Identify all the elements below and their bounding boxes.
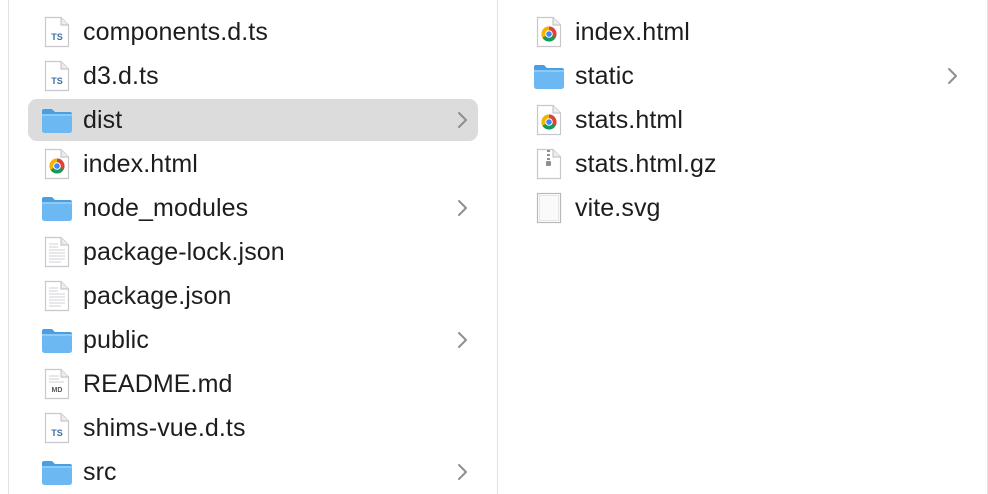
file-name: node_modules (83, 193, 249, 222)
svg-document-icon (533, 192, 565, 224)
folder-icon (533, 60, 565, 92)
file-name: index.html (83, 149, 198, 178)
file-row-public[interactable]: public (28, 319, 478, 361)
column-1[interactable]: TS components.d.ts TS d3.d.ts dist index.html… (8, 0, 498, 494)
finder-column-browser: TS components.d.ts TS d3.d.ts dist index.html… (0, 0, 988, 494)
svg-text:MD: MD (52, 387, 63, 394)
file-row-static[interactable]: static (525, 55, 968, 97)
chrome-html-file-icon (41, 148, 73, 180)
file-name: stats.html.gz (575, 149, 717, 178)
file-row-src[interactable]: src (28, 451, 478, 493)
file-name: src (83, 457, 117, 486)
file-name: shims-vue.d.ts (83, 413, 246, 442)
folder-icon (41, 192, 73, 224)
chevron-right-icon (456, 463, 468, 481)
file-row-shims-vue-d-ts[interactable]: TS shims-vue.d.ts (28, 407, 478, 449)
chrome-html-file-icon (533, 16, 565, 48)
zip-archive-icon (533, 148, 565, 180)
file-row-node-modules[interactable]: node_modules (28, 187, 478, 229)
folder-icon (41, 456, 73, 488)
file-name: stats.html (575, 105, 683, 134)
text-document-icon (41, 280, 73, 312)
file-name: static (575, 61, 634, 90)
folder-icon (41, 324, 73, 356)
file-row-index-html[interactable]: index.html (28, 143, 478, 185)
file-row-components-d-ts[interactable]: TS components.d.ts (28, 11, 478, 53)
file-row-index-html[interactable]: index.html (525, 11, 968, 53)
file-row-dist[interactable]: dist (28, 99, 478, 141)
file-row-readme-md[interactable]: MD README.md (28, 363, 478, 405)
file-name: index.html (575, 17, 690, 46)
file-list: index.html static stats.html stats.html.gz v… (497, 0, 987, 229)
file-row-vite-svg[interactable]: vite.svg (525, 187, 968, 229)
file-row-stats-html[interactable]: stats.html (525, 99, 968, 141)
file-name: public (83, 325, 149, 354)
svg-text:TS: TS (51, 428, 63, 438)
file-row-d3-d-ts[interactable]: TS d3.d.ts (28, 55, 478, 97)
typescript-file-icon: TS (41, 60, 73, 92)
text-document-icon (41, 236, 73, 268)
column-2[interactable]: index.html static stats.html stats.html.gz v… (497, 0, 988, 494)
typescript-file-icon: TS (41, 16, 73, 48)
file-name: d3.d.ts (83, 61, 159, 90)
typescript-file-icon: TS (41, 412, 73, 444)
file-row-package-lock-json[interactable]: package-lock.json (28, 231, 478, 273)
file-row-package-json[interactable]: package.json (28, 275, 478, 317)
file-name: package-lock.json (83, 237, 285, 266)
chevron-right-icon (456, 331, 468, 349)
file-name: dist (83, 105, 123, 134)
svg-text:TS: TS (51, 76, 63, 86)
folder-icon (41, 104, 73, 136)
chevron-right-icon (946, 67, 958, 85)
file-list: TS components.d.ts TS d3.d.ts dist index.html… (9, 0, 497, 493)
file-name: vite.svg (575, 193, 661, 222)
markdown-file-icon: MD (41, 368, 73, 400)
chevron-right-icon (456, 111, 468, 129)
svg-text:TS: TS (51, 32, 63, 42)
file-row-stats-html-gz[interactable]: stats.html.gz (525, 143, 968, 185)
file-name: README.md (83, 369, 233, 398)
chrome-html-file-icon (533, 104, 565, 136)
file-name: package.json (83, 281, 232, 310)
file-name: components.d.ts (83, 17, 268, 46)
chevron-right-icon (456, 199, 468, 217)
